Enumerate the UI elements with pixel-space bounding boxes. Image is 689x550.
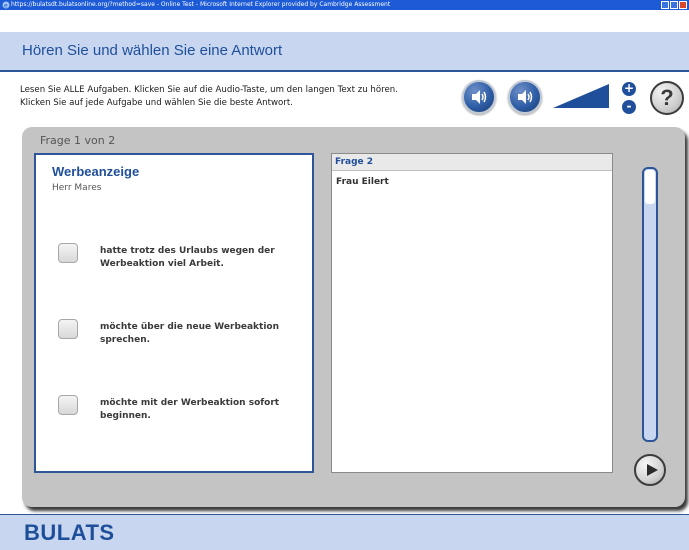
- footer: BULATS: [0, 514, 689, 550]
- answer-checkbox[interactable]: [58, 395, 78, 415]
- answer-option-1[interactable]: hatte trotz des Urlaubs wegen der Werbea…: [58, 243, 298, 283]
- question-progress: Frage 1 von 2: [40, 134, 116, 147]
- answer-text: hatte trotz des Urlaubs wegen der Werbea…: [100, 246, 275, 269]
- maximize-button[interactable]: [670, 1, 678, 9]
- window-controls: [661, 1, 687, 9]
- answer-checkbox[interactable]: [58, 319, 78, 339]
- window-titlebar: e https://bulatsdt.bulatsonline.org/?met…: [0, 0, 689, 10]
- answer-checkbox[interactable]: [58, 243, 78, 263]
- ie-icon: e: [2, 1, 10, 9]
- answer-text: möchte mit der Werbeaktion sofort beginn…: [100, 398, 280, 421]
- instructions: Lesen Sie ALLE Aufgaben. Klicken Sie auf…: [20, 84, 450, 110]
- speaker-icon: [472, 90, 487, 104]
- next-question-heading: Frage 2: [335, 157, 374, 167]
- next-question-header: Frage 2: [332, 154, 612, 171]
- next-button[interactable]: [634, 454, 666, 486]
- next-question-card[interactable]: Frage 2 Frau Eilert: [331, 153, 613, 473]
- volume-slider[interactable]: [553, 84, 609, 108]
- window-title: https://bulatsdt.bulatsonline.org/?metho…: [11, 1, 391, 8]
- instruction-line-1: Lesen Sie ALLE Aufgaben. Klicken Sie auf…: [20, 85, 398, 95]
- speaker-icon: [518, 90, 533, 104]
- brand-logo: BULATS: [24, 520, 115, 545]
- audio-replay-button[interactable]: [508, 80, 542, 114]
- scrollbar[interactable]: [642, 167, 658, 442]
- answer-text: möchte über die neue Werbeaktion spreche…: [100, 322, 280, 345]
- page-title: Hören Sie und wählen Sie eine Antwort: [22, 42, 283, 59]
- play-icon: [647, 464, 658, 476]
- minimize-button[interactable]: [661, 1, 669, 9]
- volume-down-button[interactable]: -: [622, 100, 636, 114]
- next-question-speaker: Frau Eilert: [336, 177, 389, 187]
- page-header: Hören Sie und wählen Sie eine Antwort: [0, 32, 689, 72]
- scrollbar-thumb[interactable]: [645, 170, 655, 204]
- question-title: Werbeanzeige: [52, 164, 140, 179]
- volume-up-button[interactable]: +: [622, 82, 636, 96]
- audio-play-button[interactable]: [462, 80, 496, 114]
- instruction-line-2: Klicken Sie auf jede Aufgabe und wählen …: [20, 98, 293, 108]
- help-button[interactable]: ?: [650, 81, 684, 115]
- svg-text:e: e: [4, 3, 8, 10]
- question-speaker: Herr Mares: [52, 183, 102, 193]
- close-button[interactable]: [679, 1, 687, 9]
- answer-option-2[interactable]: möchte über die neue Werbeaktion spreche…: [58, 319, 298, 359]
- answer-option-3[interactable]: möchte mit der Werbeaktion sofort beginn…: [58, 395, 298, 435]
